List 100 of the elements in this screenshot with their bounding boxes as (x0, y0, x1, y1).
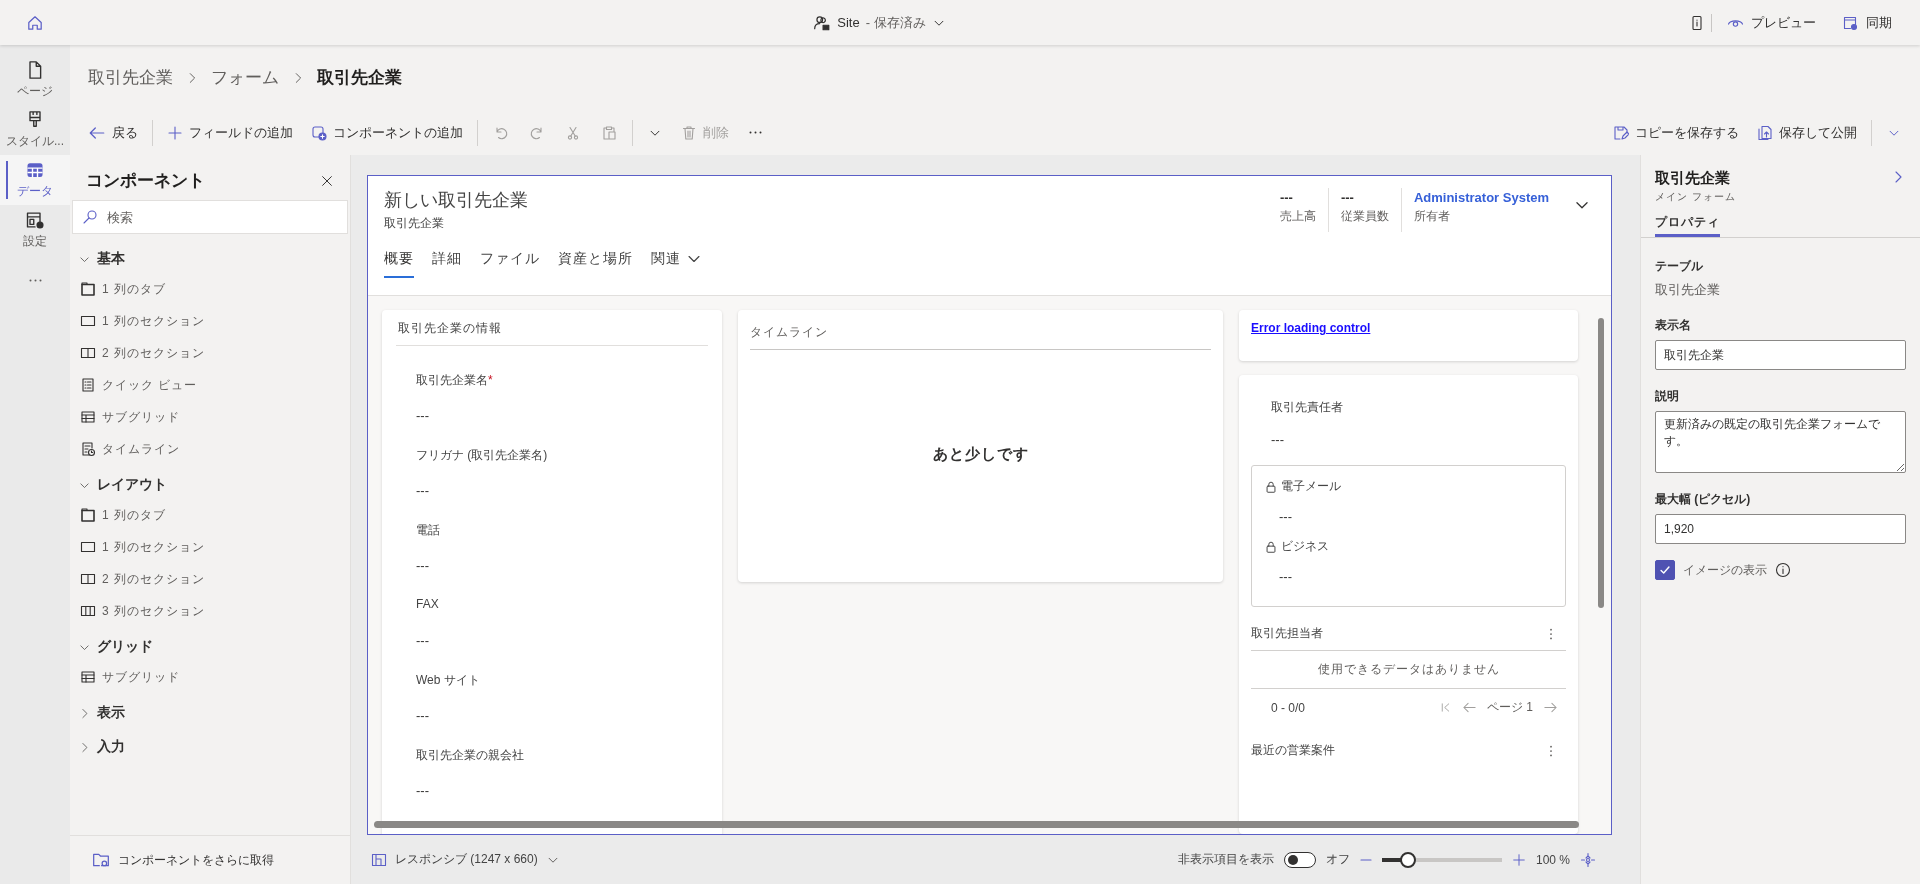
input-field[interactable]: 1,920 (1655, 514, 1906, 544)
minus-icon (1359, 858, 1372, 861)
toggle-state: オフ (1325, 851, 1350, 868)
form-tab[interactable]: ファイル (480, 250, 540, 278)
lock-icon (1264, 479, 1278, 494)
header-label: 所有者 (1413, 208, 1451, 225)
field-value: --- (416, 408, 429, 423)
loading-message: あと少しです (932, 444, 1029, 464)
component-item[interactable]: サブグリッド (70, 404, 190, 430)
get-more-link[interactable]: コンポーネントをさらに取得 (118, 851, 274, 869)
zoom-out-button[interactable] (1359, 858, 1372, 861)
more-icon (748, 131, 763, 134)
section-title: 取引先企業の情報 (396, 316, 708, 346)
close-icon (320, 173, 334, 188)
rail-item[interactable]: データ (0, 155, 70, 205)
group-header[interactable]: 表示 (70, 696, 133, 730)
toggle-switch[interactable] (1283, 851, 1316, 868)
folder-icon (92, 851, 110, 869)
zoom-in-button[interactable] (1511, 852, 1526, 867)
group-header[interactable]: レイアウト (70, 468, 175, 502)
more-icon (27, 279, 43, 282)
rail-item[interactable]: ページ (0, 55, 70, 105)
component-item[interactable]: 3 列のセクション (70, 598, 215, 624)
sync-button[interactable]: 同期 (1832, 9, 1902, 36)
owner-link[interactable]: Administrator System (1413, 190, 1549, 205)
group-header[interactable]: グリッド (70, 630, 161, 664)
scrollbar[interactable] (1598, 318, 1604, 608)
group-header[interactable]: 基本 (70, 242, 133, 276)
calendar-icon (1842, 14, 1858, 31)
scissors-icon (565, 124, 581, 141)
field-value: --- (416, 483, 429, 498)
lock-icon (1264, 539, 1278, 554)
error-link[interactable]: Error loading control (1251, 321, 1371, 335)
properties-tab[interactable]: プロパティ (1655, 214, 1720, 237)
publish-icon (1757, 124, 1773, 141)
field-value: --- (1279, 569, 1292, 585)
property-label: テーブル (1655, 258, 1704, 275)
field-value: --- (1271, 432, 1284, 448)
field-label: 取引先企業の親会社 (416, 747, 525, 764)
input-field[interactable]: 取引先企業 (1655, 340, 1906, 370)
list-icon (80, 377, 96, 393)
save-copy-button[interactable]: コピーを保存する (1605, 117, 1747, 148)
preview-button[interactable]: プレビュー (1718, 9, 1826, 36)
component-item[interactable]: 1 列のタブ (70, 276, 176, 302)
group-header[interactable]: 入力 (70, 730, 133, 764)
save-icon (1613, 124, 1629, 141)
component-item[interactable]: 1 列のセクション (70, 308, 215, 334)
header-label: 売上高 (1279, 208, 1316, 225)
field-value: --- (416, 558, 429, 573)
header-value: --- (1279, 190, 1294, 205)
add-component-button[interactable]: コンポーネントの追加 (303, 117, 471, 148)
component-item[interactable]: クイック ビュー (70, 372, 208, 398)
add-field-button[interactable]: フィールドの追加 (159, 117, 301, 148)
subgrid-title: 取引先担当者 (1251, 625, 1323, 643)
table-icon (25, 160, 45, 180)
timeline-icon (80, 441, 96, 457)
search-field[interactable]: 検索 (72, 200, 348, 234)
layout-dropdown[interactable]: レスポンシブ (1247 x 660) (371, 851, 560, 868)
form-tab[interactable]: 関連 (651, 250, 701, 278)
field-label: フリガナ (取引先企業名) (416, 447, 549, 464)
settings-icon (25, 210, 45, 230)
rail-item[interactable]: 設定 (0, 205, 70, 255)
component-item[interactable]: 2 列のセクション (70, 566, 215, 592)
plus-icon (1511, 852, 1526, 867)
tab-icon (80, 281, 96, 297)
save-publish-button[interactable]: 保存して公開 (1749, 117, 1865, 148)
component-item[interactable]: タイムライン (70, 436, 190, 462)
checkbox[interactable] (1655, 560, 1675, 580)
responsive-icon (371, 851, 387, 868)
component-item[interactable]: 2 列のセクション (70, 340, 215, 366)
form-title: 新しい取引先企業 (384, 189, 528, 212)
property-label: 表示名 (1655, 317, 1692, 334)
back-button[interactable]: 戻る (80, 117, 146, 148)
component-item[interactable]: 1 列のタブ (70, 502, 176, 528)
scrollbar[interactable] (374, 821, 1579, 828)
info-icon (1689, 14, 1705, 31)
page-number: ページ 1 (1487, 699, 1533, 717)
trash-icon (681, 124, 697, 141)
form-tab[interactable]: 概要 (384, 250, 414, 278)
panel-subtitle: メイン フォーム (1654, 190, 1737, 204)
fit-button[interactable] (1580, 851, 1596, 868)
form-tab[interactable]: 資産と場所 (558, 250, 633, 278)
header-value: --- (1340, 190, 1355, 205)
component-item[interactable]: サブグリッド (70, 664, 190, 690)
section-icon (80, 539, 96, 555)
site-name: Site (837, 15, 860, 30)
first-page-icon (1439, 701, 1452, 715)
form-tab[interactable]: 詳細 (432, 250, 462, 278)
field-label: 電子メール (1281, 478, 1341, 496)
description-field[interactable]: 更新済みの既定の取引先企業フォームです。 (1655, 411, 1906, 473)
rail-item[interactable]: スタイル... (0, 105, 70, 155)
breadcrumb-item[interactable]: フォーム (211, 66, 279, 89)
table-icon (80, 669, 96, 685)
breadcrumb-item: 取引先企業 (317, 67, 402, 89)
save-status: - 保存済み (865, 13, 926, 32)
field-label: ビジネス (1281, 538, 1329, 556)
breadcrumb-item[interactable]: 取引先企業 (88, 66, 173, 89)
plus-icon (167, 124, 183, 141)
component-item[interactable]: 1 列のセクション (70, 534, 215, 560)
add-component-icon (311, 124, 327, 141)
